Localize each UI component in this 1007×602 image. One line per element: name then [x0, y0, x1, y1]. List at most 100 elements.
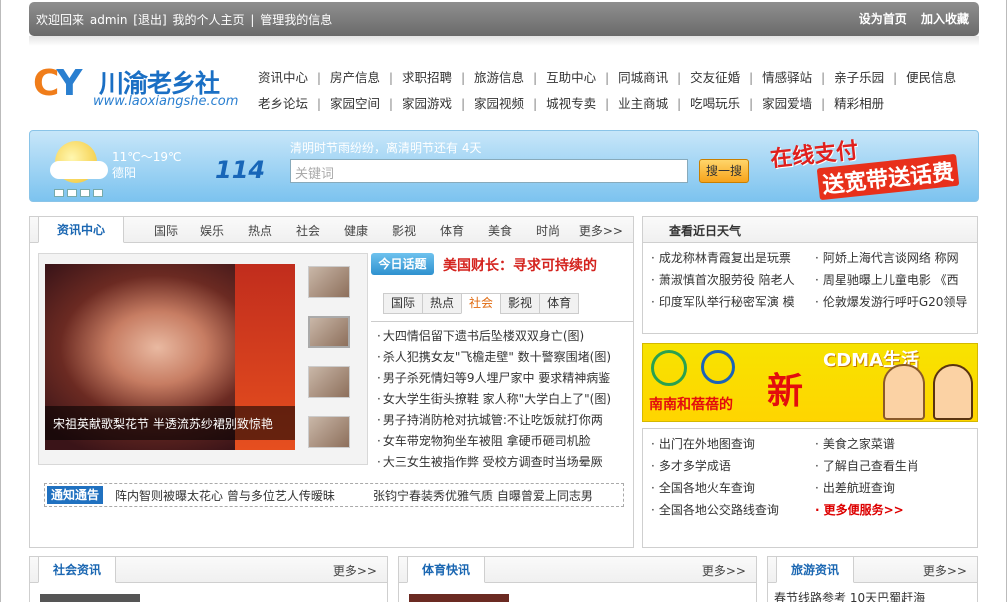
thumbnail-active[interactable] [308, 316, 350, 348]
notice-item[interactable]: 阵内智则被曝太花心 曾与多位艺人传暧昧 [115, 487, 335, 504]
news-sub-tab[interactable]: 社会 [461, 293, 502, 314]
thumbnail[interactable] [308, 416, 350, 448]
nav-item[interactable]: 吃喝玩乐 [690, 93, 740, 112]
weather-news-item[interactable]: 伦敦爆发游行呼吁G20领导 [815, 291, 975, 313]
news-tabs: 资讯中心 国际 娱乐 热点 社会 健康 影视 体育 美食 时尚 更多>> [30, 216, 633, 243]
service-link[interactable]: 更多便服务>> [815, 499, 975, 521]
my-home-link[interactable]: 我的个人主页 [172, 13, 244, 27]
nav-separator: | [532, 96, 538, 111]
sports-news-panel: 体育快讯 更多>> [398, 556, 757, 602]
service-link[interactable]: 全国各地火车查询 [651, 477, 815, 499]
weather-news-item[interactable]: 周星驰曝上儿童电影 《西 [815, 269, 975, 291]
welcome-text: 欢迎回来 [36, 13, 85, 27]
nav-item[interactable]: 业主商城 [618, 93, 668, 112]
weather-news-item[interactable]: 阿娇上海代言谈网络 称网 [815, 247, 975, 269]
tab-news-center[interactable]: 资讯中心 [38, 216, 124, 243]
weather-switcher[interactable] [54, 186, 106, 200]
news-tab[interactable]: 社会 [296, 222, 320, 239]
username-link[interactable]: admin [90, 13, 128, 27]
service-link[interactable]: 出差航班查询 [815, 477, 975, 499]
today-topic-label: 今日话题 [371, 253, 434, 275]
nav-item[interactable]: 便民信息 [906, 67, 956, 86]
news-tab[interactable]: 娱乐 [200, 222, 224, 239]
news-sub-tab[interactable]: 影视 [500, 293, 541, 314]
thumbnail[interactable] [308, 266, 350, 298]
news-sub-tab[interactable]: 热点 [422, 293, 463, 314]
nav-item[interactable]: 旅游信息 [474, 67, 524, 86]
sports-news-image[interactable] [409, 594, 509, 602]
news-item[interactable]: 大四情侣留下遗书后坠楼双双身亡(图) [371, 326, 633, 347]
search-input[interactable]: 关键词 [290, 159, 688, 183]
separator: | [250, 13, 255, 27]
news-tab[interactable]: 健康 [344, 222, 368, 239]
city: 德阳 [112, 166, 137, 180]
today-topic-title[interactable]: 美国财长：寻求可持续的 [443, 255, 597, 275]
manage-info-link[interactable]: 管理我的信息 [260, 13, 332, 27]
service-link[interactable]: 全国各地公交路线查询 [651, 499, 815, 521]
nav-item[interactable]: 互助中心 [546, 67, 596, 86]
news-item[interactable]: 女大学生街头撩鞋 家人称"大学白上了"(图) [371, 389, 633, 410]
service-link[interactable]: 出门在外地图查询 [651, 433, 815, 455]
nav-separator: | [388, 70, 394, 85]
services-panel: 出门在外地图查询多才多学成语全国各地火车查询全国各地公交路线查询 美食之家菜谱了… [642, 428, 978, 548]
nav-item[interactable]: 家园爱墙 [762, 93, 812, 112]
news-item[interactable]: 男子杀死情妇等9人埋尸家中 要求精神病鉴 [371, 368, 633, 389]
travel-news-item[interactable]: 春节线路参考 10天巴蜀赶海 [774, 589, 925, 602]
nav-item[interactable]: 房产信息 [330, 67, 380, 86]
add-favorite-link[interactable]: 加入收藏 [921, 12, 969, 26]
top-bar: 欢迎回来 admin [退出] 我的个人主页 | 管理我的信息 设为首页 加入收… [29, 2, 979, 36]
nav-item[interactable]: 家园视频 [474, 93, 524, 112]
travel-news-panel: 旅游资讯 更多>> 春节线路参考 10天巴蜀赶海 [767, 556, 978, 602]
nav-item[interactable]: 家园空间 [330, 93, 380, 112]
nav-item[interactable]: 城视专卖 [546, 93, 596, 112]
news-item[interactable]: 女车带宠物狗坐车被阻 拿硬币砸司机脸 [371, 431, 633, 452]
site-logo[interactable]: CY 川渝老乡社 www.laoxiangshe.com [33, 60, 243, 116]
social-more-link[interactable]: 更多>> [333, 562, 377, 579]
social-news-image[interactable] [40, 594, 140, 602]
news-sub-tab[interactable]: 体育 [539, 293, 580, 314]
news-more-link[interactable]: 更多>> [579, 222, 623, 239]
news-sub-tabs: 国际 热点 社会 影视 体育 [383, 293, 580, 315]
travel-more-link[interactable]: 更多>> [923, 562, 967, 579]
nav-item[interactable]: 交友征婚 [690, 67, 740, 86]
thumbnail[interactable] [308, 366, 350, 398]
nav-item[interactable]: 精彩相册 [834, 93, 884, 112]
news-tab[interactable]: 时尚 [536, 222, 560, 239]
weather-news-item[interactable]: 萧淑慎首次服劳役 陪老人 [651, 269, 811, 291]
service-link[interactable]: 了解自己查看生肖 [815, 455, 975, 477]
online-pay-promo[interactable]: 在线支付 送宽带送话费 [768, 137, 968, 201]
tab-sports-news[interactable]: 体育快讯 [407, 556, 485, 583]
nav-item[interactable]: 情感驿站 [762, 67, 812, 86]
notice-item[interactable]: 张钧宁春装秀优雅气质 自曝曾爱上同志男 [373, 487, 593, 504]
cdma-ad-banner[interactable]: CDMA生活 南南和蓓蓓的 新 [642, 343, 978, 422]
news-tab[interactable]: 热点 [248, 222, 272, 239]
news-item[interactable]: 男子持消防枪对抗城管:不让吃饭就打你两 [371, 410, 633, 431]
weather-news-item[interactable]: 成龙称林青霞复出是玩票 [651, 247, 811, 269]
search-button[interactable]: 搜一搜 [699, 159, 749, 183]
nav-item[interactable]: 求职招聘 [402, 67, 452, 86]
set-homepage-link[interactable]: 设为首页 [859, 12, 907, 26]
nav-item[interactable]: 家园游戏 [402, 93, 452, 112]
news-tab[interactable]: 影视 [392, 222, 416, 239]
weather-list-left: 成龙称林青霞复出是玩票萧淑慎首次服劳役 陪老人印度军队举行秘密军演 模 [651, 247, 811, 313]
photo-caption[interactable]: 宋祖英献歌梨花节 半透流苏纱裙别致惊艳 [45, 406, 295, 440]
weather-news-item[interactable]: 印度军队举行秘密军演 模 [651, 291, 811, 313]
tab-travel-news[interactable]: 旅游资讯 [776, 556, 854, 583]
nav-item[interactable]: 老乡论坛 [258, 93, 308, 112]
news-item[interactable]: 杀人犯携女友"飞檐走壁" 数十警察围堵(图) [371, 347, 633, 368]
service-link[interactable]: 美食之家菜谱 [815, 433, 975, 455]
news-tab[interactable]: 美食 [488, 222, 512, 239]
tab-social-news[interactable]: 社会资讯 [38, 556, 116, 583]
weather-title: 查看近日天气 [643, 217, 977, 243]
sports-more-link[interactable]: 更多>> [702, 562, 746, 579]
news-sub-tab[interactable]: 国际 [383, 293, 424, 314]
news-tab[interactable]: 体育 [440, 222, 464, 239]
nav-item[interactable]: 亲子乐园 [834, 67, 884, 86]
logout-link[interactable]: [退出] [133, 13, 166, 27]
nav-item[interactable]: 同城商讯 [618, 67, 668, 86]
nav-item[interactable]: 资讯中心 [258, 67, 308, 86]
expo-logo-icon [651, 350, 687, 386]
news-item[interactable]: 大三女生被指作弊 受校方调查时当场晕厥 [371, 452, 633, 473]
service-link[interactable]: 多才多学成语 [651, 455, 815, 477]
news-tab[interactable]: 国际 [154, 222, 178, 239]
